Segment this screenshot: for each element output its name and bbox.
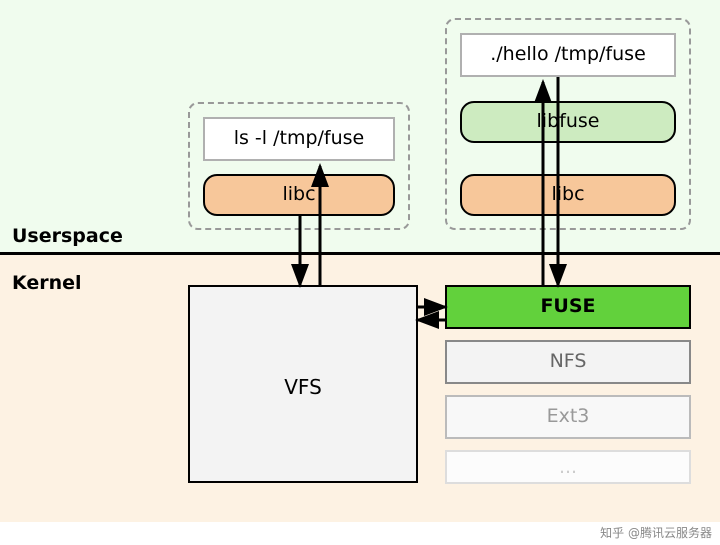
libfuse: libfuse xyxy=(460,101,676,143)
libc-left: libc xyxy=(203,174,395,216)
userspace-label: Userspace xyxy=(12,225,123,247)
footer-attribution: 知乎 @腾讯云服务器 xyxy=(600,524,712,541)
fs-ext3: Ext3 xyxy=(445,395,691,439)
fs-fuse: FUSE xyxy=(445,285,691,329)
command-ls: ls -l /tmp/fuse xyxy=(203,117,395,161)
command-hello: ./hello /tmp/fuse xyxy=(460,33,676,77)
vfs-box: VFS xyxy=(188,285,418,483)
fs-more: ... xyxy=(445,450,691,484)
userspace-kernel-divider xyxy=(0,252,720,255)
libc-right: libc xyxy=(460,174,676,216)
fs-nfs: NFS xyxy=(445,340,691,384)
kernel-label: Kernel xyxy=(12,272,82,294)
